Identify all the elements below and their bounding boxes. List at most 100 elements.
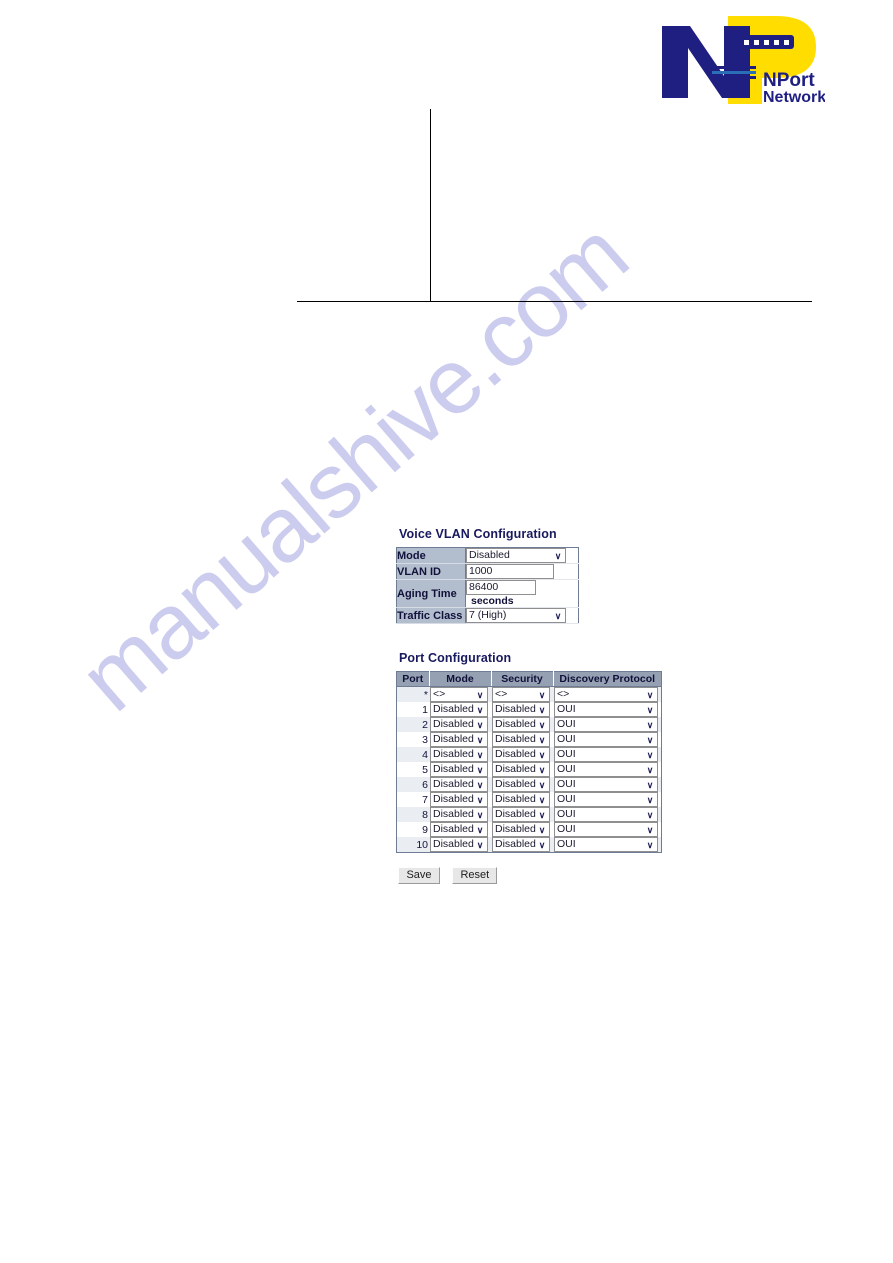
port-mode-select-cell: Disabled ∨	[429, 762, 491, 778]
port-mode-select[interactable]: Disabled ∨	[430, 807, 488, 823]
voice-vlan-value-mode: Disabled ∨	[465, 547, 579, 564]
port-number-cell: 2	[396, 717, 429, 733]
port-number-cell: 4	[396, 747, 429, 763]
voice-vlan-label-aging-time: Aging Time	[396, 579, 466, 609]
port-security-select[interactable]: Disabled ∨	[492, 732, 550, 748]
traffic-class-select[interactable]: 7 (High) ∨	[466, 608, 566, 624]
port-mode-select[interactable]: Disabled ∨	[430, 747, 488, 763]
chevron-down-icon: ∨	[538, 765, 546, 776]
port-number-cell: 7	[396, 792, 429, 808]
port-security-select[interactable]: Disabled ∨	[492, 702, 550, 718]
logo-stripe-1	[712, 66, 756, 69]
table-row: Traffic Class 7 (High) ∨	[396, 607, 579, 625]
port-security-select-value: <>	[495, 688, 508, 701]
port-discovery-protocol-select-cell: OUI ∨	[553, 807, 662, 823]
aging-time-input[interactable]: 86400	[466, 580, 536, 595]
port-security-select[interactable]: Disabled ∨	[492, 807, 550, 823]
save-button[interactable]: Save	[398, 867, 440, 885]
port-discovery-protocol-select[interactable]: <> ∨	[554, 687, 658, 703]
port-security-select[interactable]: Disabled ∨	[492, 777, 550, 793]
chevron-down-icon: ∨	[554, 551, 562, 561]
port-security-select-value: Disabled	[495, 808, 536, 821]
port-security-select[interactable]: <> ∨	[492, 687, 550, 703]
header-vertical-divider	[430, 109, 432, 302]
port-discovery-protocol-select-value: OUI	[557, 718, 576, 731]
table-row: Mode Disabled ∨	[396, 547, 579, 564]
voice-vlan-table: Mode Disabled ∨ VLAN ID 1000 Aging Time …	[396, 547, 579, 625]
port-discovery-protocol-select[interactable]: OUI ∨	[554, 702, 658, 718]
chevron-down-icon: ∨	[538, 810, 546, 821]
port-security-select[interactable]: Disabled ∨	[492, 837, 550, 853]
reset-button[interactable]: Reset	[452, 867, 498, 885]
port-mode-select-cell: Disabled ∨	[429, 792, 491, 808]
port-mode-select[interactable]: <> ∨	[430, 687, 488, 703]
port-discovery-protocol-select-cell: OUI ∨	[553, 777, 662, 793]
port-security-select-cell: <> ∨	[491, 686, 553, 703]
port-mode-select[interactable]: Disabled ∨	[430, 717, 488, 733]
chevron-down-icon: ∨	[554, 611, 562, 622]
port-mode-select[interactable]: Disabled ∨	[430, 762, 488, 778]
table-row: 3 Disabled ∨ Disabled ∨ OUI ∨	[396, 732, 662, 748]
port-discovery-protocol-select[interactable]: OUI ∨	[554, 747, 658, 763]
chevron-down-icon: ∨	[538, 750, 546, 761]
port-discovery-protocol-select-cell: OUI ∨	[553, 732, 662, 748]
port-security-select[interactable]: Disabled ∨	[492, 717, 550, 733]
vlan-id-input[interactable]: 1000	[466, 564, 554, 579]
table-header-row: Port Mode Security Discovery Protocol	[396, 671, 662, 688]
port-mode-select[interactable]: Disabled ∨	[430, 702, 488, 718]
chevron-down-icon: ∨	[476, 780, 484, 791]
port-security-select[interactable]: Disabled ∨	[492, 747, 550, 763]
port-mode-select[interactable]: Disabled ∨	[430, 822, 488, 838]
port-discovery-protocol-select[interactable]: OUI ∨	[554, 732, 658, 748]
port-security-select[interactable]: Disabled ∨	[492, 762, 550, 778]
port-security-select-cell: Disabled ∨	[491, 822, 553, 838]
port-discovery-protocol-select-cell: OUI ∨	[553, 702, 662, 718]
table-row: 2 Disabled ∨ Disabled ∨ OUI ∨	[396, 717, 662, 733]
port-discovery-protocol-select-value: OUI	[557, 778, 576, 791]
port-mode-select-value: Disabled	[433, 703, 474, 716]
port-discovery-protocol-select[interactable]: OUI ∨	[554, 777, 658, 793]
chevron-down-icon: ∨	[476, 705, 484, 716]
port-mode-select[interactable]: Disabled ∨	[430, 732, 488, 748]
chevron-down-icon: ∨	[646, 735, 654, 746]
port-mode-select-cell: Disabled ∨	[429, 807, 491, 823]
voice-vlan-label-mode: Mode	[396, 547, 466, 564]
port-discovery-protocol-select[interactable]: OUI ∨	[554, 807, 658, 823]
port-security-select[interactable]: Disabled ∨	[492, 822, 550, 838]
voice-vlan-value-aging-time: 86400seconds	[465, 579, 579, 609]
voice-vlan-value-vlan-id: 1000	[465, 563, 579, 580]
chevron-down-icon: ∨	[476, 750, 484, 761]
mode-select[interactable]: Disabled ∨	[466, 548, 566, 563]
port-configuration-table: Port Mode Security Discovery Protocol * <…	[396, 671, 662, 854]
port-discovery-protocol-select[interactable]: OUI ∨	[554, 762, 658, 778]
port-discovery-protocol-select[interactable]: OUI ∨	[554, 792, 658, 808]
port-mode-select-cell: Disabled ∨	[429, 777, 491, 793]
chevron-down-icon: ∨	[538, 690, 546, 701]
port-discovery-protocol-select[interactable]: OUI ∨	[554, 822, 658, 838]
port-discovery-protocol-select[interactable]: OUI ∨	[554, 837, 658, 853]
chevron-down-icon: ∨	[538, 840, 546, 851]
port-security-select-value: Disabled	[495, 778, 536, 791]
port-discovery-protocol-select-value: OUI	[557, 823, 576, 836]
port-security-select[interactable]: Disabled ∨	[492, 792, 550, 808]
port-mode-select-cell: <> ∨	[429, 686, 491, 703]
chevron-down-icon: ∨	[476, 810, 484, 821]
table-row: 5 Disabled ∨ Disabled ∨ OUI ∨	[396, 762, 662, 778]
port-security-select-value: Disabled	[495, 763, 536, 776]
mode-select-value: Disabled	[469, 549, 510, 561]
chevron-down-icon: ∨	[538, 720, 546, 731]
port-configuration-block: Port Configuration Port Mode Security Di…	[396, 651, 662, 885]
port-mode-select[interactable]: Disabled ∨	[430, 777, 488, 793]
port-mode-select-value: <>	[433, 688, 446, 701]
port-mode-select[interactable]: Disabled ∨	[430, 792, 488, 808]
chevron-down-icon: ∨	[476, 765, 484, 776]
port-security-select-cell: Disabled ∨	[491, 777, 553, 793]
port-mode-select[interactable]: Disabled ∨	[430, 837, 488, 853]
port-security-select-value: Disabled	[495, 838, 536, 851]
port-discovery-protocol-select-value: OUI	[557, 763, 576, 776]
port-mode-select-value: Disabled	[433, 823, 474, 836]
chevron-down-icon: ∨	[538, 705, 546, 716]
chevron-down-icon: ∨	[476, 825, 484, 836]
logo-svg: NPort Networks	[662, 16, 835, 106]
port-discovery-protocol-select[interactable]: OUI ∨	[554, 717, 658, 733]
